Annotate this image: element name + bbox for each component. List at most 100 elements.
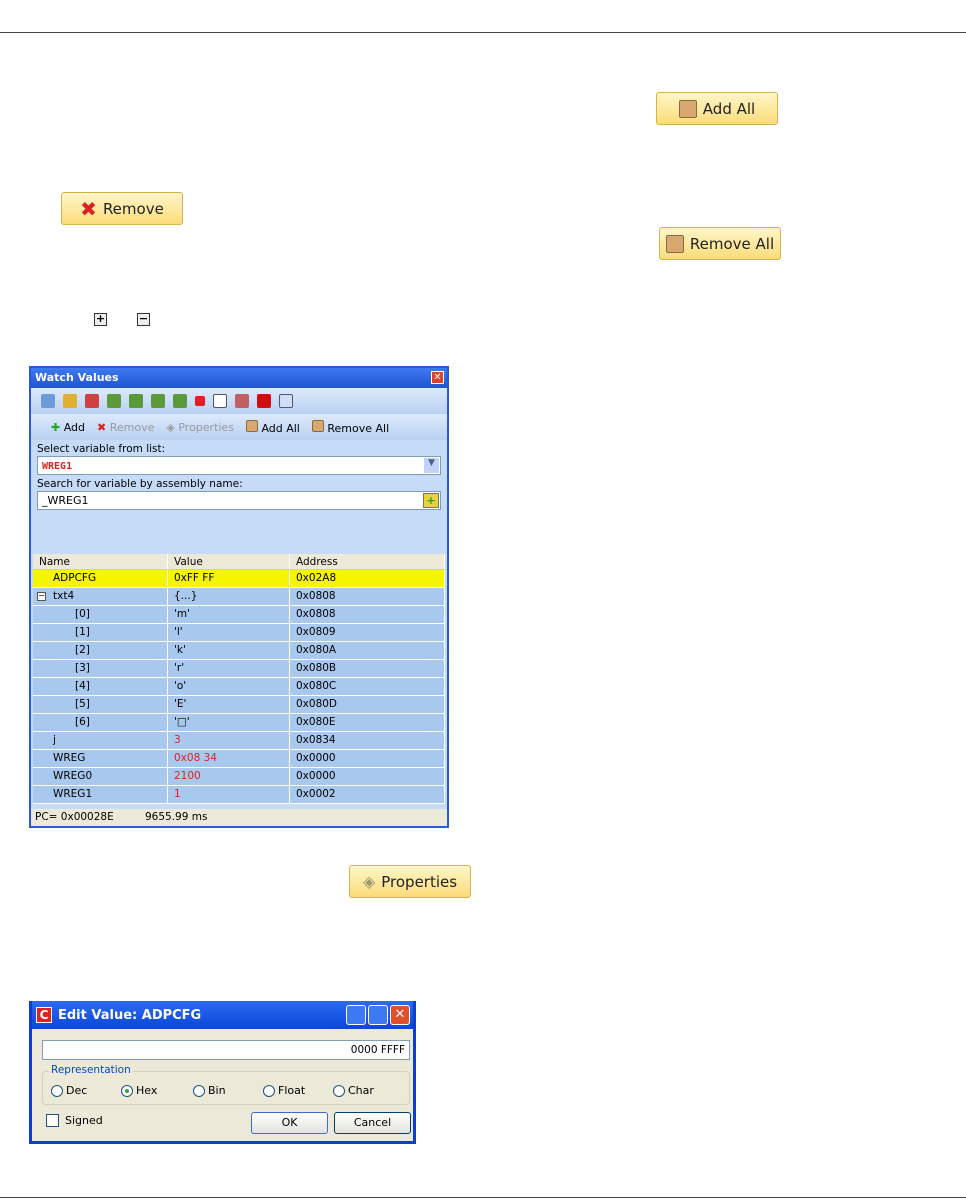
- cell-name: [3]: [33, 660, 168, 677]
- cancel-button[interactable]: Cancel: [334, 1112, 411, 1134]
- remove-all-button[interactable]: Remove All: [659, 227, 781, 260]
- toolbar-add-button[interactable]: ✚ Add: [51, 421, 85, 434]
- column-address[interactable]: Address: [290, 554, 445, 569]
- name-text: [0]: [75, 608, 90, 620]
- radio-circle[interactable]: [51, 1084, 63, 1097]
- collapse-icon[interactable]: −: [37, 592, 46, 601]
- cell-value: 'o': [168, 678, 290, 695]
- toolbar-remove-button[interactable]: ✖ Remove: [97, 421, 154, 434]
- delete-icon[interactable]: [85, 394, 99, 408]
- properties-button[interactable]: ◈ Properties: [349, 865, 471, 898]
- minimize-button[interactable]: [346, 1005, 366, 1025]
- radio-circle[interactable]: [263, 1084, 275, 1097]
- value-text: 0000 FFFF: [350, 1044, 405, 1056]
- dialog-title-bar: C Edit Value: ADPCFG ✕: [32, 1001, 413, 1029]
- name-text: [6]: [75, 716, 90, 728]
- radio-hex[interactable]: Hex: [121, 1084, 157, 1097]
- cell-name: [4]: [33, 678, 168, 695]
- step-out-icon[interactable]: [151, 394, 165, 408]
- table-row[interactable]: [0] 'm' 0x0808: [33, 606, 445, 624]
- add-variable-icon[interactable]: +: [423, 493, 439, 508]
- search-variable-input[interactable]: _WREG1 +: [37, 491, 441, 510]
- close-button[interactable]: ✕: [431, 371, 444, 384]
- package-add-icon: [245, 419, 258, 432]
- maximize-button[interactable]: [368, 1005, 388, 1025]
- radio-bin[interactable]: Bin: [193, 1084, 226, 1097]
- toolbar-properties-button[interactable]: ◈ Properties: [166, 421, 234, 434]
- table-row[interactable]: [2] 'k' 0x080A: [33, 642, 445, 660]
- table-row[interactable]: WREG0 2100 0x0000: [33, 768, 445, 786]
- toolbar-add-all-label: Add All: [261, 421, 300, 435]
- breakpoint-list-icon[interactable]: [213, 394, 227, 408]
- chevron-down-icon[interactable]: ▼: [424, 458, 439, 473]
- name-text: WREG0: [53, 770, 93, 782]
- step-into-icon[interactable]: [107, 394, 121, 408]
- radio-circle[interactable]: [333, 1084, 345, 1097]
- add-all-label: Add All: [702, 99, 756, 118]
- variable-select-value: WREG1: [42, 461, 73, 472]
- radio-circle[interactable]: [193, 1084, 205, 1097]
- clear-breakpoints-icon[interactable]: [235, 394, 249, 408]
- cell-address: 0x0834: [290, 732, 445, 749]
- variable-select[interactable]: WREG1 ▼: [37, 456, 441, 475]
- status-time: 9655.99 ms: [145, 811, 208, 823]
- load-icon[interactable]: [41, 394, 55, 408]
- name-text: WREG: [53, 752, 86, 764]
- jump-icon[interactable]: [257, 394, 271, 408]
- breakpoint-icon[interactable]: [195, 396, 205, 406]
- radio-dec[interactable]: Dec: [51, 1084, 87, 1097]
- cell-name: j: [33, 732, 168, 749]
- select-variable-label: Select variable from list:: [37, 443, 166, 455]
- table-row[interactable]: − txt4 {...} 0x0808: [33, 588, 445, 606]
- column-value[interactable]: Value: [168, 554, 290, 569]
- cell-address: 0x02A8: [290, 570, 445, 587]
- bottom-rule: [0, 1197, 966, 1198]
- radio-label: Float: [278, 1084, 306, 1097]
- close-button[interactable]: ✕: [390, 1005, 410, 1025]
- cell-value: 0x08 34: [168, 750, 290, 767]
- table-row[interactable]: WREG 0x08 34 0x0000: [33, 750, 445, 768]
- table-row[interactable]: [6] '□' 0x080E: [33, 714, 445, 732]
- table-row[interactable]: [5] 'E' 0x080D: [33, 696, 445, 714]
- cell-address: 0x0809: [290, 624, 445, 641]
- cell-name: WREG: [33, 750, 168, 767]
- toolbar-remove-all-button[interactable]: Remove All: [311, 419, 389, 435]
- run-to-cursor-icon[interactable]: [173, 394, 187, 408]
- step-over-icon[interactable]: [129, 394, 143, 408]
- package-remove-icon: [311, 419, 324, 432]
- window-icon[interactable]: [279, 394, 293, 408]
- remove-all-label: Remove All: [689, 234, 775, 253]
- cell-address: 0x080D: [290, 696, 445, 713]
- table-header: Name Value Address: [33, 554, 445, 570]
- radio-label: Dec: [66, 1084, 88, 1097]
- add-all-button[interactable]: Add All: [656, 92, 778, 125]
- radio-char[interactable]: Char: [333, 1084, 374, 1097]
- column-name[interactable]: Name: [33, 554, 168, 569]
- table-row[interactable]: ADPCFG 0xFF FF 0x02A8: [33, 570, 445, 588]
- table-row[interactable]: WREG1 1 0x0002: [33, 786, 445, 804]
- watch-title-bar: Watch Values ✕: [31, 368, 447, 388]
- search-variable-value: _WREG1: [42, 494, 89, 507]
- package-remove-icon: [665, 234, 684, 253]
- signed-checkbox[interactable]: Signed: [46, 1114, 103, 1127]
- cell-name: [5]: [33, 696, 168, 713]
- cell-value: 'r': [168, 660, 290, 677]
- cell-value: {...}: [168, 588, 290, 605]
- cell-value: 0xFF FF: [168, 570, 290, 587]
- toolbar-add-all-button[interactable]: Add All: [245, 419, 300, 435]
- radio-circle[interactable]: [121, 1084, 133, 1097]
- pause-icon[interactable]: [63, 394, 77, 408]
- radio-float[interactable]: Float: [263, 1084, 305, 1097]
- cell-name: [1]: [33, 624, 168, 641]
- table-row[interactable]: [3] 'r' 0x080B: [33, 660, 445, 678]
- name-text: j: [53, 734, 56, 746]
- remove-button[interactable]: ✖ Remove: [61, 192, 183, 225]
- value-input[interactable]: 0000 FFFF: [42, 1040, 410, 1060]
- name-text: [1]: [75, 626, 90, 638]
- table-row[interactable]: j 3 0x0834: [33, 732, 445, 750]
- cell-address: 0x080C: [290, 678, 445, 695]
- ok-button[interactable]: OK: [251, 1112, 328, 1134]
- table-row[interactable]: [1] 'l' 0x0809: [33, 624, 445, 642]
- table-row[interactable]: [4] 'o' 0x080C: [33, 678, 445, 696]
- checkbox-box[interactable]: [46, 1114, 59, 1127]
